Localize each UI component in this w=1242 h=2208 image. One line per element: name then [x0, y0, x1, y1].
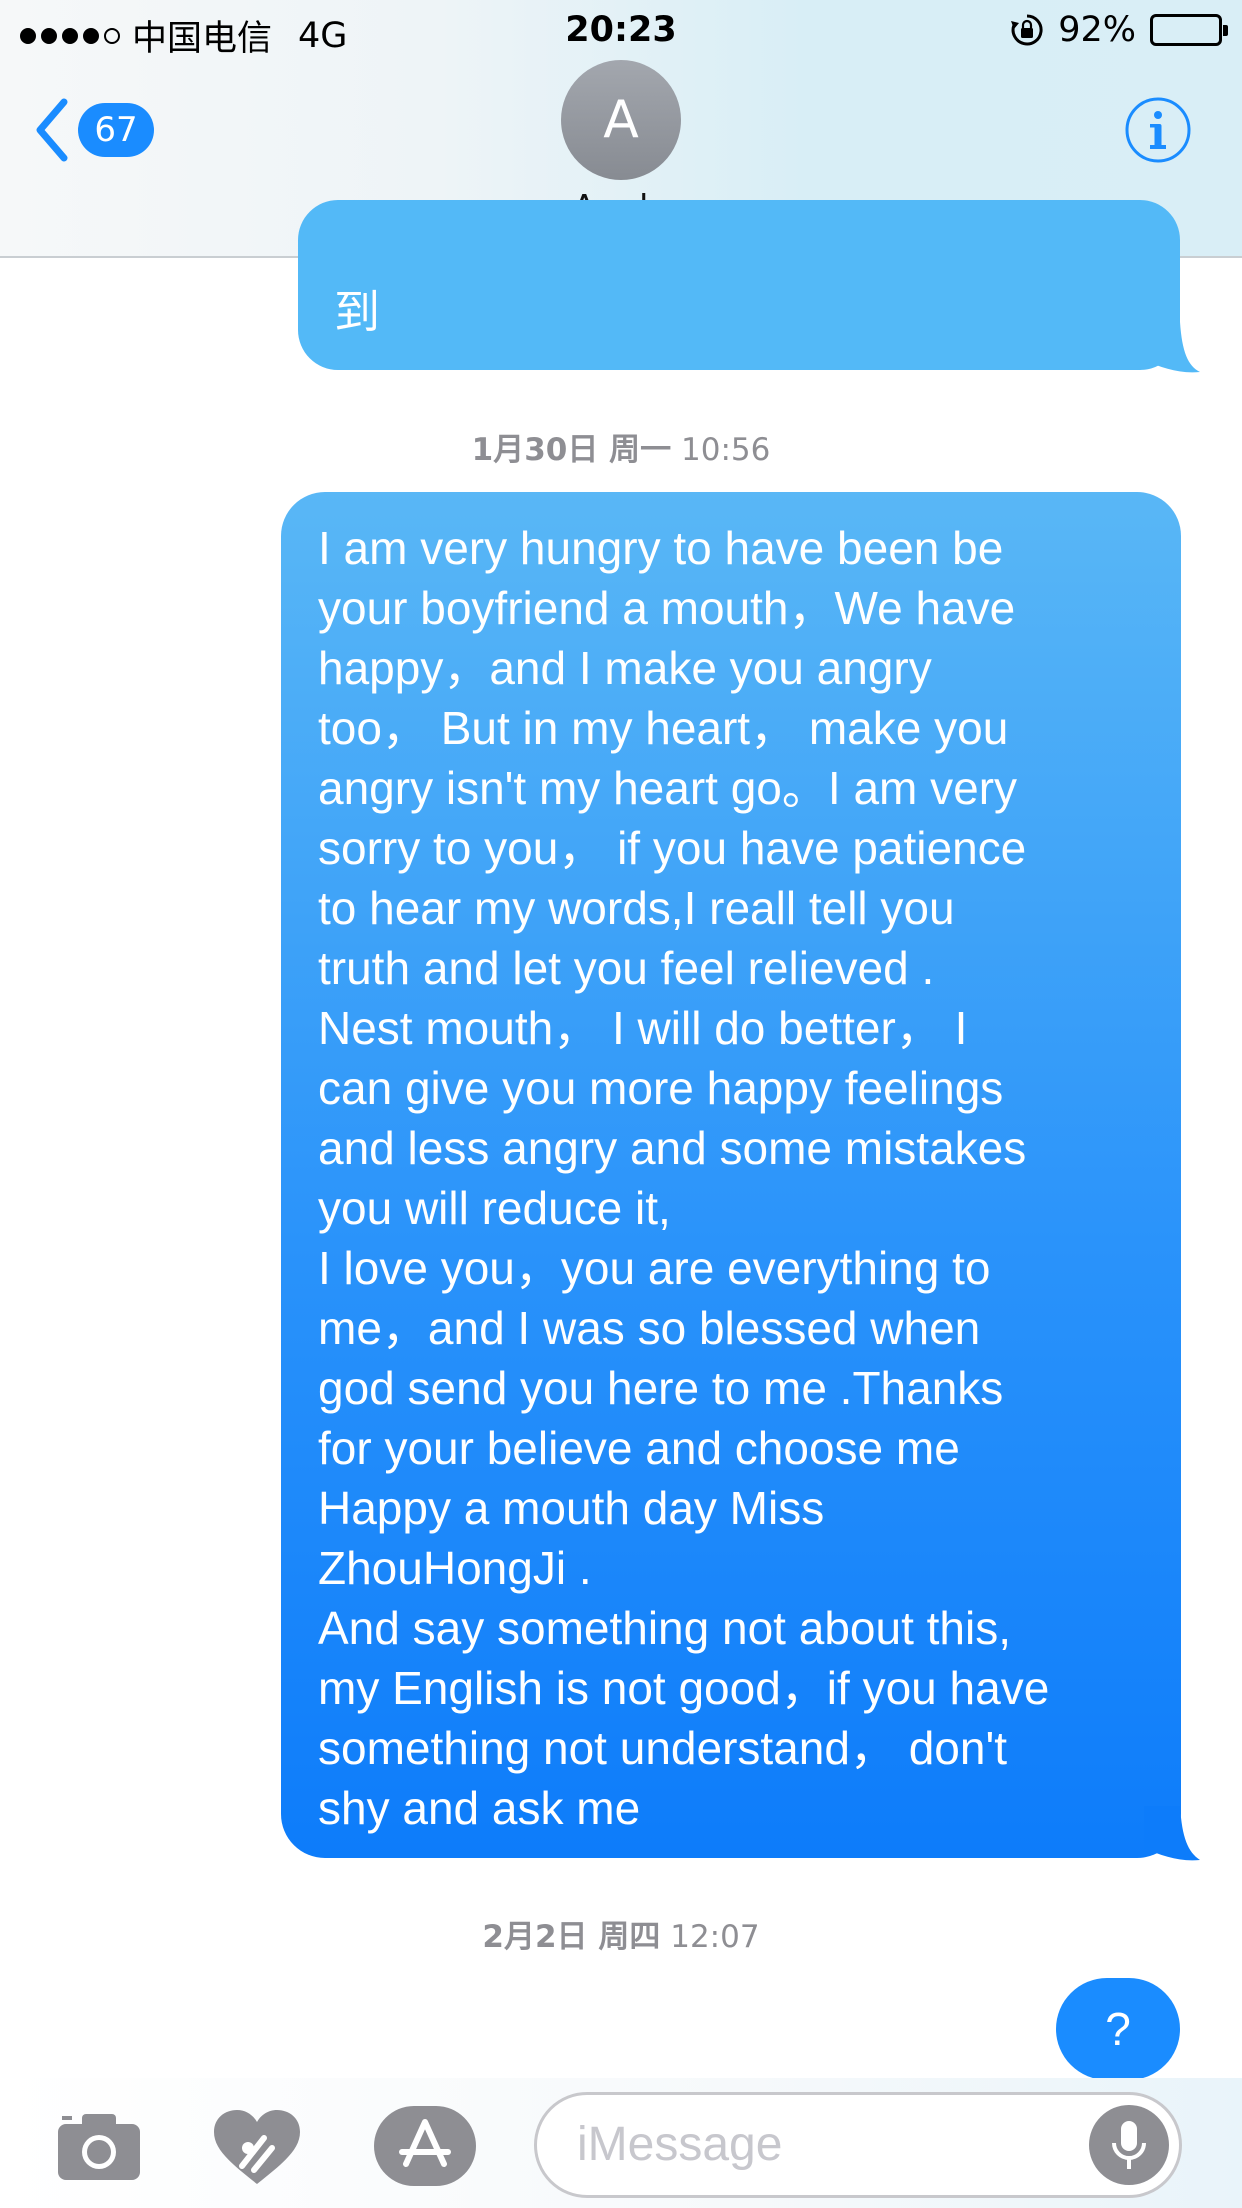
- digital-touch-heart-icon[interactable]: [212, 2108, 302, 2188]
- battery-percent: 92%: [1058, 10, 1136, 50]
- microphone-icon: [1112, 2121, 1146, 2169]
- message-text: I am very hungry to have been be your bo…: [318, 522, 1050, 1834]
- message-timestamp: 1月30日 周一 10:56: [471, 432, 771, 468]
- sent-message-bubble[interactable]: 到: [298, 200, 1180, 370]
- bubble-tail: [1144, 322, 1200, 373]
- sent-message-bubble[interactable]: ?: [1056, 1978, 1180, 2080]
- app-store-icon[interactable]: [372, 2104, 478, 2188]
- message-input[interactable]: iMessage: [534, 2092, 1182, 2198]
- chevron-left-icon: [36, 98, 68, 162]
- messages-screen: 67 A Angle 中国电信 4G 20:23: [0, 0, 1242, 2208]
- info-icon[interactable]: [1124, 96, 1192, 164]
- compose-toolbar: iMessage: [0, 2078, 1242, 2208]
- status-bar: 中国电信 4G 20:23 92%: [0, 0, 1242, 62]
- message-input-placeholder: iMessage: [577, 2118, 783, 2171]
- rotation-lock-icon: [1011, 14, 1043, 46]
- message-text: ?: [1105, 2003, 1131, 2055]
- sent-message-bubble[interactable]: I am very hungry to have been be your bo…: [281, 492, 1181, 1858]
- microphone-button[interactable]: [1089, 2105, 1169, 2185]
- message-timestamp: 2月2日 周四 12:07: [482, 1919, 760, 1955]
- camera-icon[interactable]: [54, 2108, 144, 2188]
- back-button[interactable]: 67: [34, 98, 154, 162]
- battery-icon: [1150, 14, 1228, 46]
- message-text: 到: [334, 286, 380, 338]
- unread-count-badge: 67: [78, 103, 154, 157]
- status-right: 92%: [1010, 10, 1228, 50]
- contact-avatar[interactable]: A: [561, 60, 681, 180]
- bubble-tail: [1144, 1806, 1200, 1861]
